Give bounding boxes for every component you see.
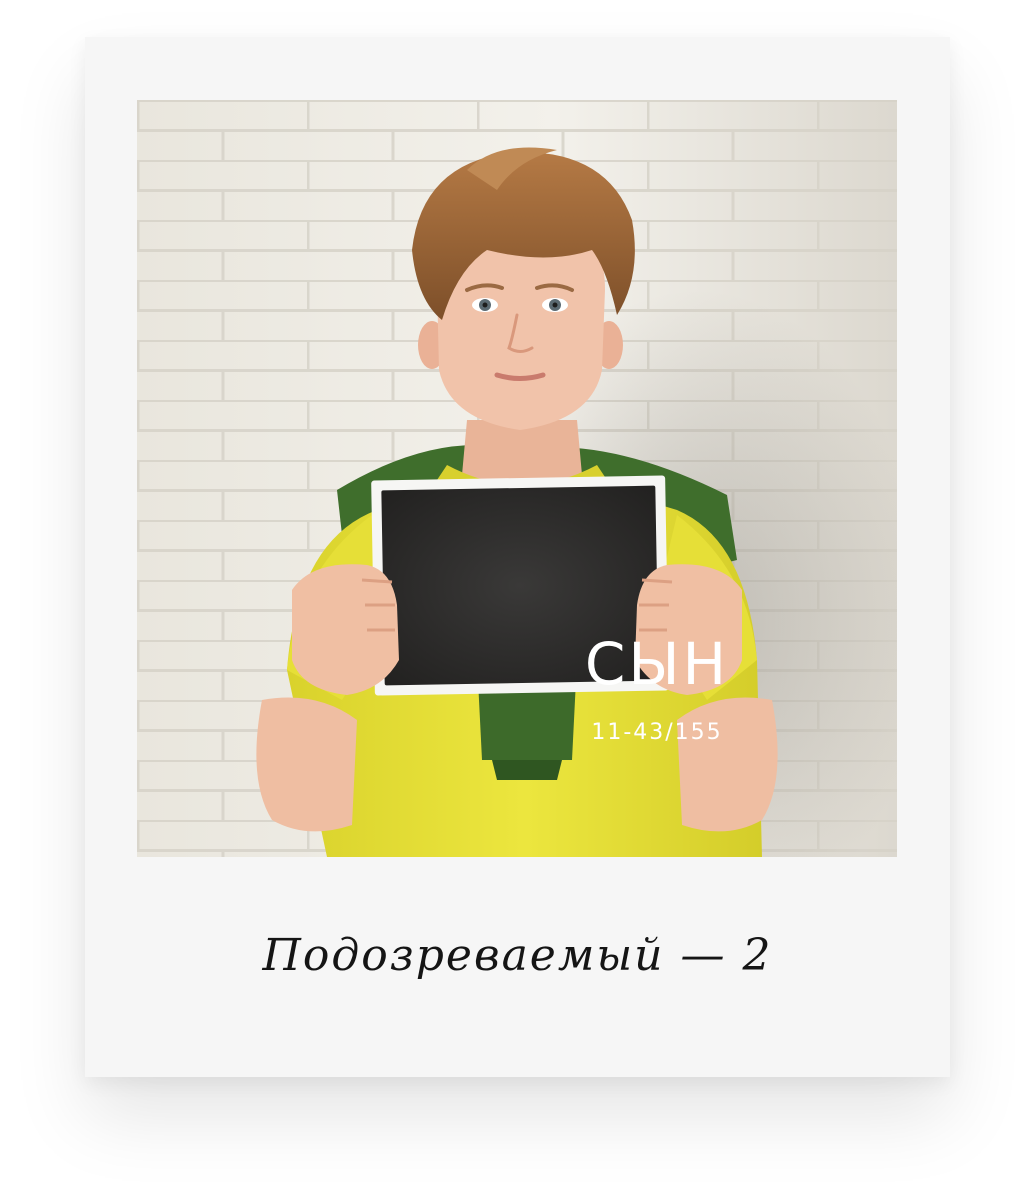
polaroid-caption: Подозреваемый — 2	[262, 930, 773, 981]
sign-number: 11-43/155	[591, 720, 723, 745]
mugshot-photo: СЫН 11-43/155	[137, 100, 897, 857]
sign-title: СЫН	[584, 630, 730, 698]
